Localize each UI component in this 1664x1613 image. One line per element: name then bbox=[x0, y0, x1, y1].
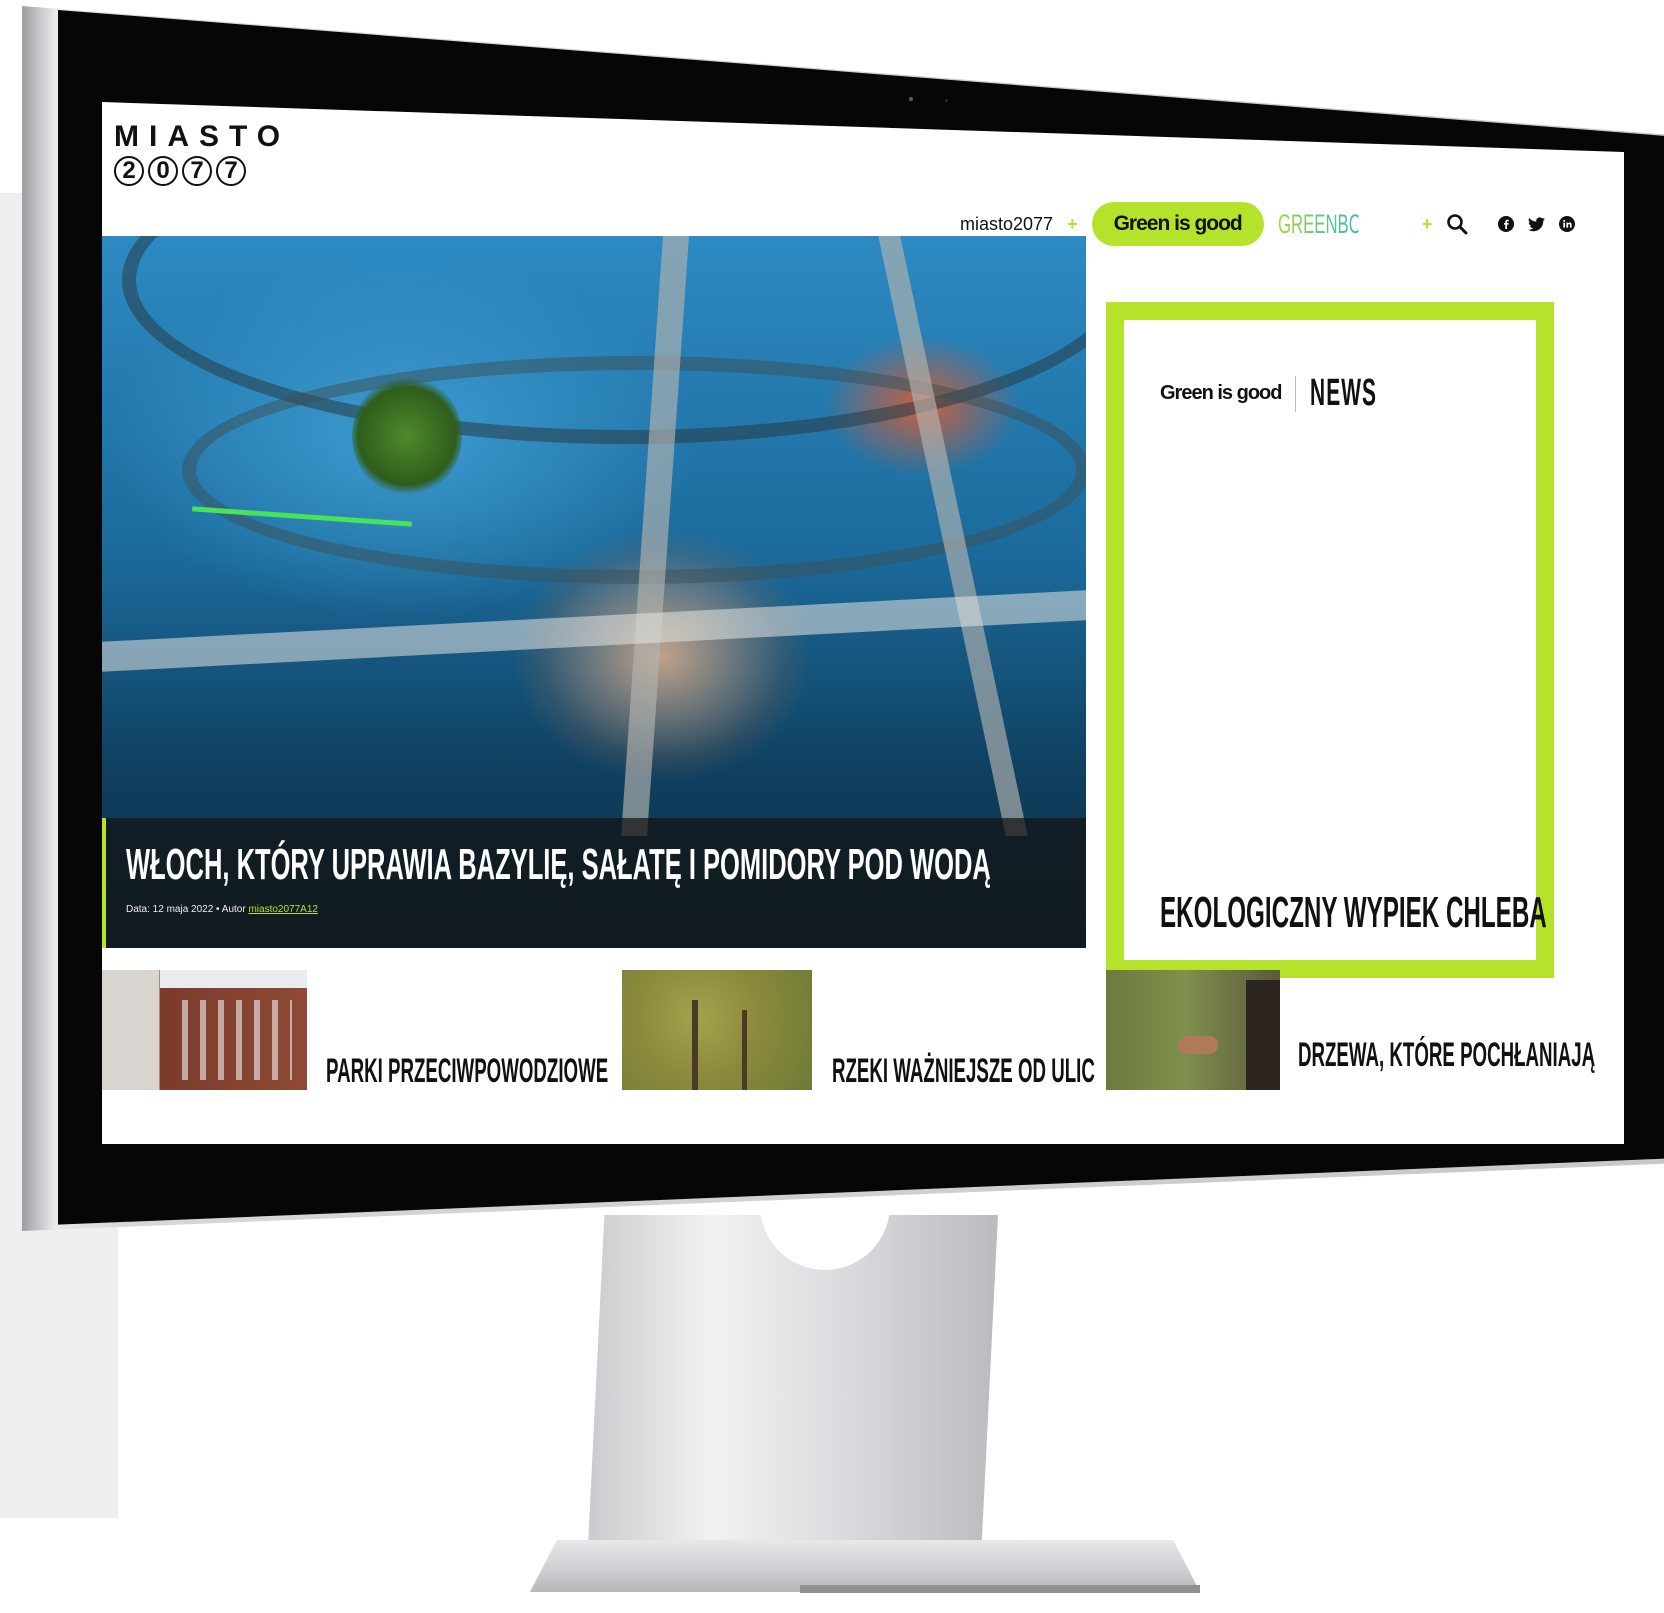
article-card-image-sky bbox=[160, 970, 307, 988]
hero-meta: Data: 12 maja 2022 • Autor miasto2077A12 bbox=[126, 904, 318, 915]
hero-photo-pole bbox=[102, 590, 1086, 672]
hero-caption: WŁOCH, KTÓRY UPRAWIA BAZYLIĘ, SAŁATĘ I P… bbox=[102, 818, 1086, 948]
logo-digits: 2 0 7 7 bbox=[114, 156, 290, 186]
monitor-stand-base-edge bbox=[800, 1585, 1200, 1593]
logo-digit: 2 bbox=[114, 156, 144, 186]
site-logo[interactable]: MIASTO 2 0 7 7 bbox=[114, 122, 290, 186]
article-card-title[interactable]: RZEKI WAŻNIEJSZE OD ULIC bbox=[832, 1052, 1095, 1091]
green-is-good-button[interactable]: Green is good bbox=[1091, 202, 1264, 246]
hero-author-link[interactable]: miasto2077A12 bbox=[248, 904, 318, 915]
article-card[interactable]: DRZEWA, KTÓRE POCHŁANIAJĄ bbox=[1106, 970, 1624, 1090]
monitor-stand-neck bbox=[588, 1215, 998, 1545]
green-is-good-logo: Green is good bbox=[1160, 382, 1282, 404]
logo-digit: 7 bbox=[182, 156, 212, 186]
camera-lens-icon bbox=[945, 99, 948, 102]
article-card-image bbox=[622, 970, 812, 1090]
article-card-image-trunk bbox=[692, 1000, 698, 1090]
article-card-image-person bbox=[1246, 980, 1280, 1090]
nav-link-greenbook[interactable]: GREENBOOK 2023 bbox=[1278, 209, 1428, 240]
linkedin-icon[interactable] bbox=[1559, 216, 1576, 232]
hero-article[interactable]: WŁOCH, KTÓRY UPRAWIA BAZYLIĘ, SAŁATĘ I P… bbox=[102, 236, 1086, 948]
logo-digit: 0 bbox=[148, 156, 178, 186]
hero-photo-plant bbox=[352, 376, 462, 496]
article-card-image-windows bbox=[182, 1000, 292, 1080]
news-label: NEWS bbox=[1310, 372, 1378, 414]
article-card[interactable]: RZEKI WAŻNIEJSZE OD ULIC bbox=[622, 970, 1102, 1090]
article-card-image-hand bbox=[1178, 1036, 1218, 1054]
article-card-image bbox=[102, 970, 307, 1090]
hero-meta-date: Data: 12 maja 2022 • Autor bbox=[126, 904, 246, 915]
article-card-image bbox=[1106, 970, 1280, 1090]
divider bbox=[1295, 375, 1297, 412]
logo-digit: 7 bbox=[216, 156, 246, 186]
news-sidebar-header: Green is good NEWS bbox=[1160, 372, 1432, 415]
hero-title[interactable]: WŁOCH, KTÓRY UPRAWIA BAZYLIĘ, SAŁATĘ I P… bbox=[126, 840, 991, 890]
news-sidebar-title[interactable]: EKOLOGICZNY WYPIEK CHLEBA bbox=[1160, 888, 1547, 938]
search-icon[interactable] bbox=[1446, 213, 1468, 235]
nav-link-miasto2077[interactable]: miasto2077 bbox=[960, 214, 1053, 235]
camera-indicator-icon bbox=[909, 97, 913, 101]
news-sidebar[interactable]: Green is good NEWS EKOLOGICZNY WYPIEK CH… bbox=[1106, 302, 1554, 978]
facebook-icon[interactable] bbox=[1498, 216, 1515, 232]
logo-word: MIASTO bbox=[114, 120, 291, 153]
twitter-icon[interactable] bbox=[1528, 216, 1546, 232]
article-card-title[interactable]: PARKI PRZECIWPOWODZIOWE bbox=[326, 1052, 608, 1091]
nav-separator: + bbox=[1067, 213, 1078, 234]
article-card-title[interactable]: DRZEWA, KTÓRE POCHŁANIAJĄ bbox=[1298, 1036, 1595, 1075]
website-screen: MIASTO 2 0 7 7 miasto2077 + Green is goo… bbox=[102, 102, 1624, 1144]
article-card[interactable]: PARKI PRZECIWPOWODZIOWE bbox=[102, 970, 622, 1090]
article-card-image-trunk bbox=[742, 1010, 747, 1090]
